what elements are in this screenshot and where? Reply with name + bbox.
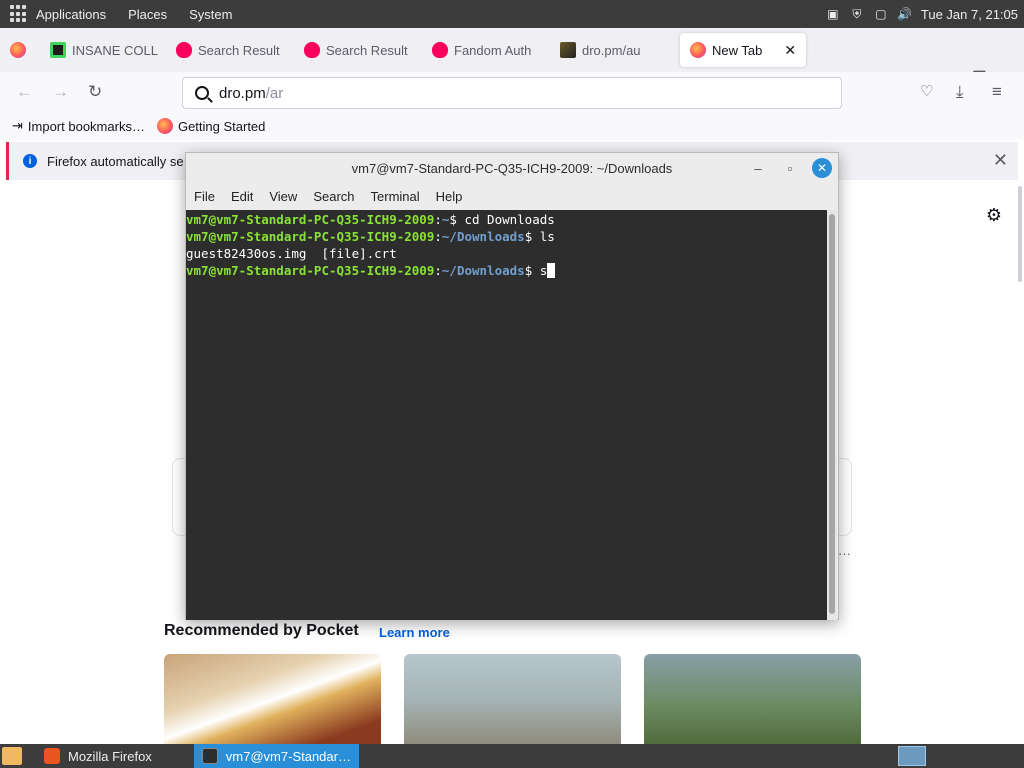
maximize-icon[interactable]: ▫	[780, 158, 800, 178]
tab-insane-coll[interactable]: INSANE COLL	[40, 33, 166, 67]
menu-applications[interactable]: Applications	[36, 7, 106, 22]
menu-terminal[interactable]: Terminal	[371, 189, 420, 204]
tab-dro-pm[interactable]: dro.pm/au	[550, 33, 674, 67]
applications-grid-icon[interactable]	[10, 5, 28, 23]
pocket-card-image[interactable]	[164, 654, 381, 746]
forward-arrow-icon[interactable]: →	[52, 82, 69, 102]
import-bookmarks-item[interactable]: ⇥ Import bookmarks…	[12, 118, 145, 134]
menu-edit[interactable]: Edit	[231, 189, 253, 204]
menu-view[interactable]: View	[269, 189, 297, 204]
downloads-icon[interactable]: ⤓	[956, 82, 964, 102]
clipboard-icon[interactable]: ▣	[825, 6, 841, 22]
bottom-taskbar: Mozilla Firefox vm7@vm7-Standar…	[0, 744, 1024, 768]
url-host: dro.pm	[219, 84, 266, 102]
firefox-icon	[44, 748, 60, 764]
taskbar-item-terminal[interactable]: vm7@vm7-Standar…	[193, 744, 359, 768]
hamburger-menu-icon[interactable]: ≡	[992, 82, 1002, 102]
firefox-tab-bar: INSANE COLL Search Result Search Result …	[0, 28, 1024, 91]
show-desktop-icon[interactable]	[2, 747, 22, 765]
close-icon[interactable]: ✕	[812, 158, 832, 178]
shield-icon[interactable]: ⛨	[849, 6, 865, 22]
fandom-icon	[432, 42, 448, 58]
menu-search[interactable]: Search	[313, 189, 354, 204]
fandom-icon	[304, 42, 320, 58]
clock[interactable]: Tue Jan 7, 21:05	[921, 7, 1018, 22]
more-options-icon[interactable]: ···	[838, 546, 851, 561]
terminal-title-bar[interactable]: vm7@vm7-Standard-PC-Q35-ICH9-2009: ~/Dow…	[186, 153, 838, 183]
pocket-save-icon[interactable]: ♡	[920, 82, 933, 100]
tab-search-result-2[interactable]: Search Result	[294, 33, 422, 67]
terminal-scrollbar[interactable]	[827, 210, 837, 620]
terminal-title: vm7@vm7-Standard-PC-Q35-ICH9-2009: ~/Dow…	[351, 160, 673, 176]
terminal-output: guest82430os.img [file].crt	[186, 246, 397, 261]
tab-pinned-firefox[interactable]	[0, 33, 40, 67]
menu-system[interactable]: System	[189, 7, 232, 22]
terminal-line: vm7@vm7-Standard-PC-Q35-ICH9-2009:~/Down…	[186, 229, 555, 244]
import-icon: ⇥	[12, 118, 23, 133]
minimize-icon[interactable]: –	[748, 158, 768, 178]
green-square-icon	[50, 42, 66, 58]
fandom-icon	[176, 42, 192, 58]
close-tab-icon[interactable]: ✕	[784, 42, 796, 59]
firefox-nav-bar: ← → ↻ dro.pm /ar ♡ ⤓ ≡	[0, 72, 1024, 112]
url-bar[interactable]: dro.pm /ar	[182, 77, 842, 109]
tab-search-result-1[interactable]: Search Result	[166, 33, 294, 67]
notification-text: Firefox automatically se	[47, 153, 184, 169]
terminal-line: vm7@vm7-Standard-PC-Q35-ICH9-2009:~/Down…	[186, 262, 829, 279]
terminal-scroll-thumb[interactable]	[829, 214, 835, 614]
terminal-line: vm7@vm7-Standard-PC-Q35-ICH9-2009:~$ cd …	[186, 212, 555, 227]
terminal-window: vm7@vm7-Standard-PC-Q35-ICH9-2009: ~/Dow…	[185, 152, 839, 620]
bookmarks-toolbar: ⇥ Import bookmarks… Getting Started	[0, 112, 1024, 140]
back-arrow-icon[interactable]: ←	[16, 82, 33, 102]
menu-file[interactable]: File	[194, 189, 215, 204]
firefox-icon	[10, 42, 26, 58]
reload-icon[interactable]: ↻	[88, 82, 102, 102]
workspace-switcher[interactable]	[898, 746, 926, 766]
page-scrollbar[interactable]	[1018, 186, 1022, 282]
gear-icon[interactable]: ⚙	[986, 205, 1002, 226]
menu-help[interactable]: Help	[436, 189, 463, 204]
menu-places[interactable]: Places	[128, 7, 167, 22]
url-path: /ar	[265, 84, 284, 102]
terminal-icon	[201, 748, 218, 764]
close-notification-icon[interactable]: ✕	[993, 150, 1008, 171]
pocket-heading: Recommended by Pocket	[164, 622, 359, 639]
tab-new-tab[interactable]: New Tab ✕	[680, 33, 806, 67]
terminal-menu-bar: File Edit View Search Terminal Help	[186, 183, 838, 209]
volume-icon[interactable]: 🔊	[897, 6, 913, 22]
getting-started-item[interactable]: Getting Started	[156, 118, 265, 134]
firefox-icon	[156, 118, 173, 134]
info-icon: i	[23, 154, 37, 168]
system-top-bar: Applications Places System ▣ ⛨ ▢ 🔊 Tue J…	[0, 0, 1024, 28]
terminal-screen[interactable]: vm7@vm7-Standard-PC-Q35-ICH9-2009:~$ cd …	[186, 210, 829, 620]
learn-more-link[interactable]: Learn more	[379, 625, 450, 640]
text-cursor	[547, 263, 556, 278]
window-icon[interactable]: ▢	[873, 6, 889, 22]
taskbar-item-firefox[interactable]: Mozilla Firefox	[36, 744, 160, 768]
pocket-card-image[interactable]	[644, 654, 861, 746]
pocket-card-image[interactable]	[404, 654, 621, 746]
tab-fandom-auth[interactable]: Fandom Auth	[422, 33, 550, 67]
image-icon	[560, 42, 576, 58]
firefox-icon	[690, 42, 706, 58]
search-icon	[195, 86, 209, 100]
